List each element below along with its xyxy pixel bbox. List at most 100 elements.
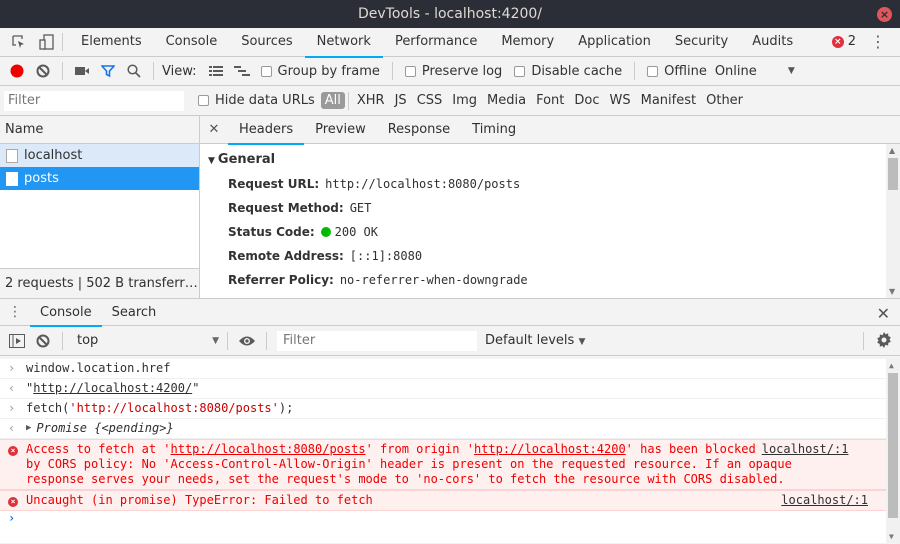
tab-application[interactable]: Application — [566, 28, 663, 57]
filter-type-css[interactable]: CSS — [412, 93, 448, 108]
log-levels-select[interactable]: Default levels ▼ — [485, 333, 585, 348]
live-expression-eye-icon[interactable] — [234, 328, 260, 354]
chevron-down-icon: ▼ — [787, 66, 795, 76]
header-key: Remote Address: — [228, 249, 344, 263]
error-text-line: by CORS policy: No 'Access-Control-Allow… — [26, 457, 792, 471]
show-sidebar-icon[interactable] — [4, 328, 30, 354]
error-source-link[interactable]: localhost/:1 — [762, 442, 881, 457]
console-link[interactable]: http://localhost:4200/ — [33, 381, 192, 395]
filter-type-doc[interactable]: Doc — [569, 93, 604, 108]
clear-console-icon[interactable] — [30, 328, 56, 354]
scroll-up-icon[interactable]: ▲ — [889, 361, 894, 370]
tab-elements[interactable]: Elements — [69, 28, 154, 57]
filter-icon[interactable] — [95, 58, 121, 84]
disable-cache-checkbox[interactable]: Disable cache — [514, 64, 622, 79]
request-row[interactable]: localhost — [0, 144, 199, 167]
filter-type-ws[interactable]: WS — [605, 93, 636, 108]
checkbox-box[interactable] — [404, 65, 416, 77]
general-section-toggle[interactable]: ▼ General — [208, 148, 900, 172]
filter-type-other[interactable]: Other — [701, 93, 748, 108]
name-column-header[interactable]: Name — [0, 116, 199, 144]
scroll-down-icon[interactable]: ▼ — [889, 532, 894, 541]
window-titlebar: DevTools - localhost:4200/ × — [0, 0, 900, 28]
divider — [62, 62, 63, 80]
divider — [634, 62, 636, 80]
tab-security[interactable]: Security — [663, 28, 740, 57]
error-text-line: response serves your needs, set the requ… — [26, 472, 785, 486]
expand-triangle-icon[interactable]: ▶ — [26, 421, 31, 436]
large-rows-icon[interactable] — [203, 58, 229, 84]
checkbox-box[interactable] — [647, 65, 659, 77]
preserve-log-checkbox[interactable]: Preserve log — [404, 63, 503, 79]
tab-performance[interactable]: Performance — [383, 28, 489, 57]
headers-scrollbar[interactable]: ▲ ▼ — [886, 144, 900, 298]
search-icon[interactable] — [121, 58, 147, 84]
tab-console[interactable]: Console — [154, 28, 230, 57]
throttling-select[interactable]: Online ▼ — [715, 64, 795, 79]
device-toolbar-icon[interactable] — [38, 33, 56, 51]
request-row-selected[interactable]: posts — [0, 167, 199, 190]
close-drawer-icon[interactable]: ✕ — [877, 304, 890, 323]
filter-type-media[interactable]: Media — [482, 93, 531, 108]
tab-headers[interactable]: Headers — [228, 116, 305, 145]
screenshot-camera-icon[interactable] — [69, 58, 95, 84]
console-input-line: › fetch('http://localhost:8080/posts'); — [0, 399, 900, 419]
error-link[interactable]: http://localhost:8080/posts — [171, 442, 366, 456]
tab-response[interactable]: Response — [377, 116, 461, 144]
error-icon: × — [831, 35, 844, 48]
offline-checkbox[interactable]: Offline — [647, 64, 707, 79]
context-select[interactable]: top ▼ — [69, 333, 219, 348]
drawer-menu-icon[interactable]: ⋮ — [0, 304, 30, 320]
checkbox-box[interactable] — [260, 65, 272, 77]
checkbox-box[interactable] — [514, 65, 526, 77]
divider — [62, 33, 63, 51]
scroll-down-icon[interactable]: ▼ — [889, 287, 895, 296]
error-link[interactable]: http://localhost:4200 — [474, 442, 626, 456]
drawer-tab-search[interactable]: Search — [102, 299, 167, 326]
filter-type-font[interactable]: Font — [531, 93, 569, 108]
chevron-down-icon: ▼ — [212, 335, 219, 346]
network-filter-input[interactable] — [4, 90, 184, 111]
gear-icon[interactable] — [876, 332, 892, 352]
clear-icon[interactable] — [30, 58, 56, 84]
tab-preview[interactable]: Preview — [304, 116, 377, 144]
window-close-button[interactable]: × — [877, 7, 892, 22]
drawer-tab-console[interactable]: Console — [30, 299, 102, 327]
checkbox-box[interactable] — [198, 95, 209, 106]
hide-data-urls-checkbox[interactable]: Hide data URLs — [198, 93, 315, 108]
group-by-frame-checkbox[interactable]: Group by frame — [260, 63, 380, 79]
promise-object[interactable]: Promise {<pending>} — [36, 421, 173, 436]
tab-memory[interactable]: Memory — [489, 28, 566, 57]
console-prompt[interactable]: › — [0, 511, 900, 525]
console-filter-input[interactable] — [277, 330, 477, 351]
tab-sources[interactable]: Sources — [229, 28, 304, 57]
more-options-icon[interactable]: ⋮ — [870, 34, 886, 50]
console-result-line: ‹ "http://localhost:4200/" — [0, 379, 900, 399]
checkbox-label: Group by frame — [277, 63, 380, 79]
divider — [62, 331, 63, 350]
scroll-up-icon[interactable]: ▲ — [889, 146, 895, 155]
scrollbar-thumb[interactable] — [888, 373, 898, 518]
filter-type-all[interactable]: All — [320, 92, 345, 109]
record-button[interactable] — [4, 58, 30, 84]
filter-type-js[interactable]: JS — [390, 93, 412, 108]
inspect-element-icon[interactable] — [10, 33, 28, 51]
error-text: Uncaught (in promise) TypeError: Failed … — [26, 493, 373, 507]
filter-type-manifest[interactable]: Manifest — [636, 93, 701, 108]
divider — [347, 91, 349, 110]
divider — [153, 62, 154, 80]
console-toolbar: top ▼ Default levels ▼ — [0, 326, 900, 356]
error-counter[interactable]: × 2 — [831, 34, 856, 49]
tab-timing[interactable]: Timing — [461, 116, 527, 144]
filter-type-xhr[interactable]: XHR — [352, 93, 390, 108]
tab-audits[interactable]: Audits — [740, 28, 805, 57]
tab-network[interactable]: Network — [304, 28, 384, 58]
waterfall-overview-icon[interactable] — [229, 58, 255, 84]
checkbox-label: Preserve log — [421, 63, 503, 79]
scrollbar-thumb[interactable] — [888, 158, 898, 190]
filter-type-img[interactable]: Img — [447, 93, 482, 108]
close-details-icon[interactable]: ✕ — [200, 122, 228, 137]
console-error-message: × Access to fetch at 'http://localhost:8… — [0, 439, 900, 490]
error-source-link[interactable]: localhost/:1 — [781, 493, 900, 508]
console-scrollbar[interactable]: ▲ ▼ — [886, 359, 900, 543]
